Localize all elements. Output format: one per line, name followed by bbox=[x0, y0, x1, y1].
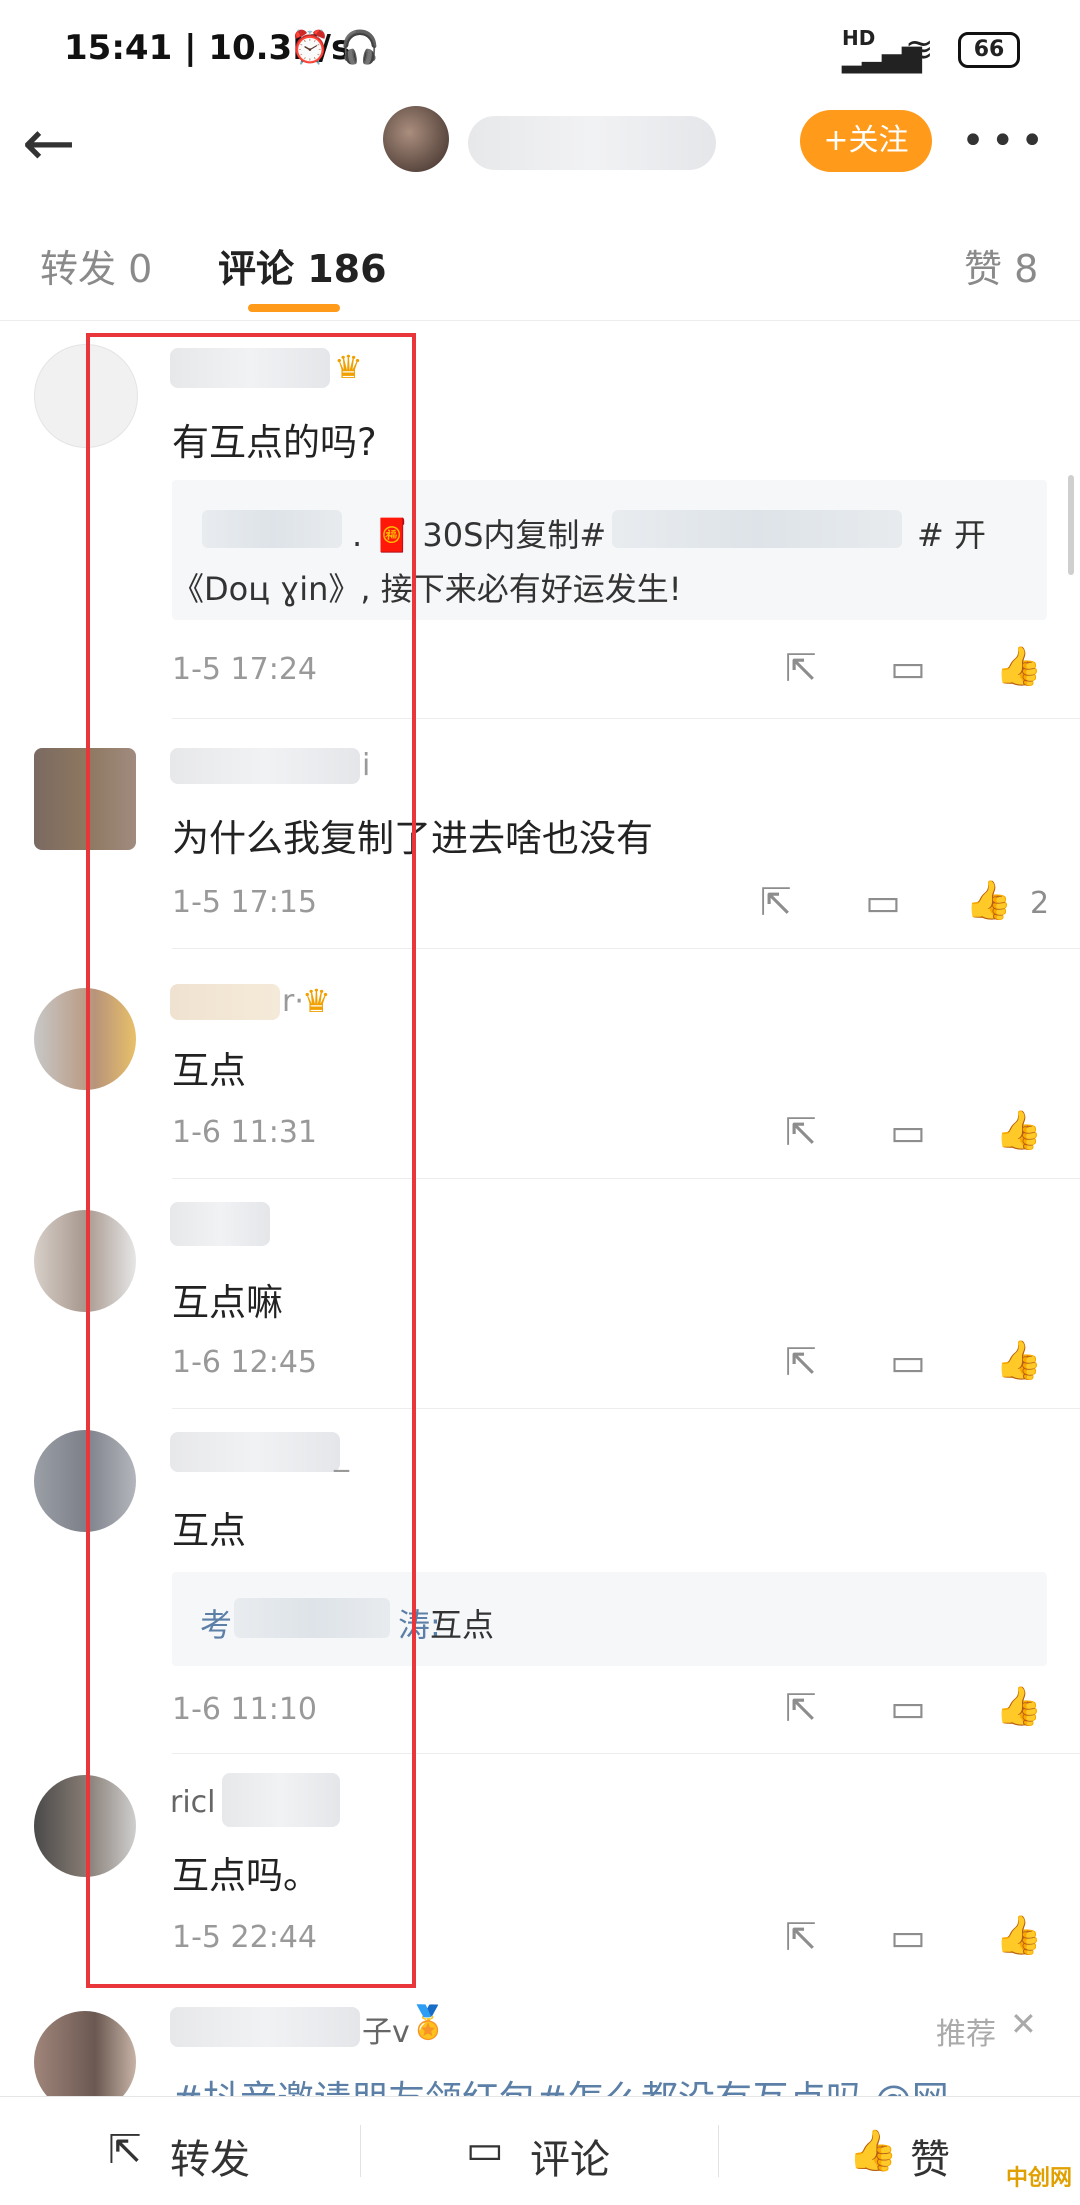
divider bbox=[360, 2125, 361, 2177]
like-icon[interactable]: 👍 bbox=[995, 1108, 1042, 1153]
bottom-action-bar: ⇱ 转发 ▭ 评论 👍 赞 bbox=[0, 2096, 1080, 2205]
username-suffix: 子v bbox=[362, 2015, 410, 2050]
share-icon[interactable]: ⇱ bbox=[785, 1686, 817, 1730]
like-icon[interactable]: 👍 bbox=[995, 644, 1042, 689]
recommend-label: 推荐 bbox=[936, 2017, 996, 2052]
share-icon[interactable]: ⇱ bbox=[785, 1915, 817, 1959]
top-nav: ← +关注 ••• bbox=[0, 100, 1080, 200]
status-bar: 15:41 | 10.3K/s ⏰ 🎧 HD ▂▃▅▇ ≋ 66 bbox=[0, 0, 1080, 100]
battery-level: 66 bbox=[973, 37, 1005, 62]
quote-blurred bbox=[612, 510, 902, 548]
quote-tail: # 开 bbox=[917, 516, 986, 554]
arrow-left-icon[interactable]: ← bbox=[22, 112, 76, 176]
alarm-icon: ⏰ bbox=[290, 28, 330, 66]
like-icon[interactable]: 👍 bbox=[995, 1338, 1042, 1383]
tab-repost[interactable]: 转发 0 bbox=[40, 238, 152, 293]
tab-likes[interactable]: 赞 8 bbox=[964, 238, 1038, 293]
comment-icon[interactable]: ▭ bbox=[466, 2127, 504, 2173]
active-tab-indicator bbox=[248, 304, 340, 312]
battery-icon: 66 bbox=[958, 32, 1020, 68]
like-icon[interactable]: 👍 bbox=[995, 1684, 1042, 1729]
reply-text: 互点 bbox=[430, 1606, 495, 1644]
author-name-blurred[interactable] bbox=[468, 116, 716, 170]
share-icon[interactable]: ⇱ bbox=[785, 1110, 817, 1154]
comment-icon[interactable]: ▭ bbox=[890, 1915, 926, 1959]
divider bbox=[718, 2125, 719, 2177]
like-count: 2 bbox=[1030, 886, 1050, 921]
close-icon[interactable]: ✕ bbox=[1010, 2005, 1037, 2043]
share-icon[interactable]: ⇱ bbox=[760, 880, 792, 924]
comment-item: 子v 🏅 推荐 ✕ #抖音邀请朋友领红包#怎么都没有互点吗 @网 bbox=[0, 1985, 1080, 2096]
share-icon[interactable]: ⇱ bbox=[785, 646, 817, 690]
tab-comments[interactable]: 评论 186 bbox=[218, 238, 387, 293]
like-icon[interactable]: 👍 bbox=[848, 2127, 898, 2174]
highlight-box bbox=[86, 333, 416, 1988]
repost-button[interactable]: 转发 bbox=[170, 2127, 250, 2185]
like-button[interactable]: 赞 bbox=[910, 2127, 950, 2185]
like-icon[interactable]: 👍 bbox=[995, 1913, 1042, 1958]
like-icon[interactable]: 👍 bbox=[965, 878, 1012, 923]
tab-bar: 转发 0 评论 186 赞 8 bbox=[0, 200, 1080, 321]
repost-icon[interactable]: ⇱ bbox=[108, 2127, 142, 2173]
follow-button[interactable]: +关注 bbox=[800, 110, 932, 172]
comment-text: #抖音邀请朋友领红包#怎么都没有互点吗 @网 bbox=[172, 2069, 949, 2096]
username-blurred[interactable] bbox=[170, 2007, 360, 2047]
comment-icon[interactable]: ▭ bbox=[890, 646, 926, 690]
comment-icon[interactable]: ▭ bbox=[890, 1110, 926, 1154]
comment-button[interactable]: 评论 bbox=[530, 2127, 610, 2185]
comment-icon[interactable]: ▭ bbox=[890, 1686, 926, 1730]
headset-icon: 🎧 bbox=[340, 28, 380, 66]
watermark-logo: 中创网 bbox=[1005, 2166, 1072, 2191]
avatar[interactable] bbox=[34, 2011, 136, 2096]
comment-icon[interactable]: ▭ bbox=[865, 880, 901, 924]
comment-icon[interactable]: ▭ bbox=[890, 1340, 926, 1384]
badge-icon: 🏅 bbox=[408, 2003, 448, 2041]
wifi-icon: ≋ bbox=[905, 30, 934, 70]
more-dots-icon[interactable]: ••• bbox=[961, 118, 1050, 164]
share-icon[interactable]: ⇱ bbox=[785, 1340, 817, 1384]
author-avatar[interactable] bbox=[383, 106, 449, 172]
